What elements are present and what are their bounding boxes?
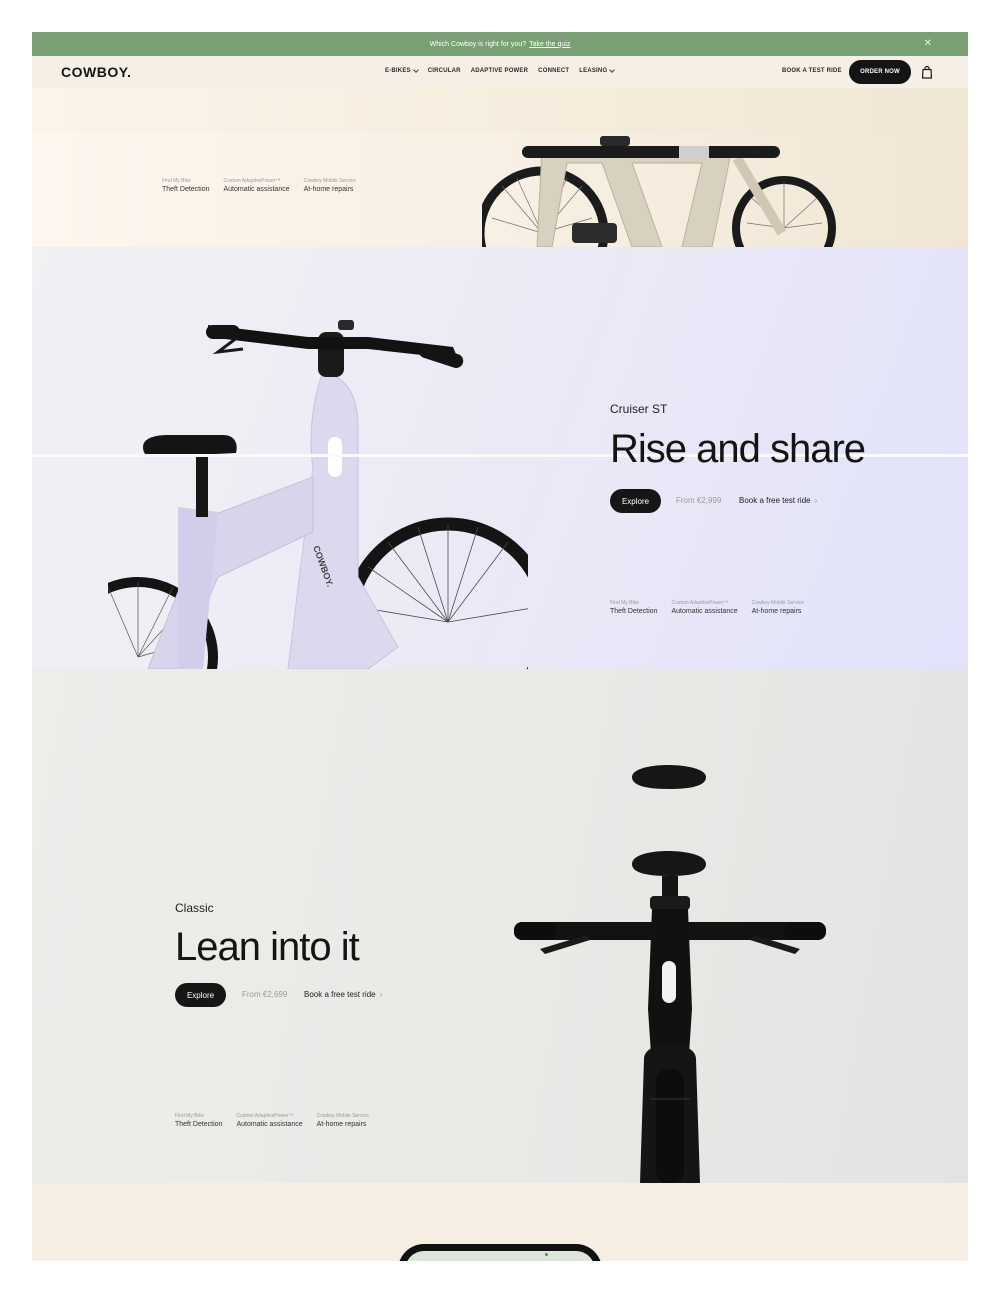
- feature-repairs: Cowboy Mobile Service At-home repairs: [317, 1113, 369, 1128]
- classic-section: Classic Lean into it Explore From €2,699…: [32, 669, 968, 1183]
- announcement-bar: Which Cowboy is right for you? Take the …: [32, 32, 968, 56]
- chevron-down-icon: [412, 67, 419, 73]
- feature-small: Custom AdaptivePower™: [236, 1113, 294, 1119]
- feature-big: Theft Detection: [610, 608, 658, 615]
- announcement-text: Which Cowboy is right for you?: [429, 40, 527, 48]
- book-ride-label: Book a free test ride: [739, 496, 811, 505]
- bike-image-top: [482, 136, 836, 247]
- quiz-link[interactable]: Take the quiz: [529, 41, 570, 48]
- cruiser-section: COWBOY. Cruiser ST Rise and share Explor…: [32, 247, 968, 669]
- feature-big: Theft Detection: [175, 1121, 223, 1128]
- feature-small: Cowboy Mobile Service: [316, 1113, 369, 1119]
- classic-bike-image: [514, 765, 826, 1183]
- cruiser-bike-image: COWBOY.: [108, 320, 528, 669]
- feature-big: Automatic assistance: [223, 186, 290, 193]
- logo[interactable]: COWBOY.: [61, 64, 131, 80]
- connect-section: [32, 1183, 968, 1261]
- nav-item-adaptive-power[interactable]: ADAPTIVE POWER: [471, 68, 528, 74]
- nav-label: LEASING: [579, 68, 608, 74]
- classic-price: From €2,699: [242, 990, 288, 999]
- classic-book-test-ride[interactable]: Book a free test ride ›: [304, 990, 382, 999]
- feature-assistance: Custom AdaptivePower™ Automatic assistan…: [671, 600, 737, 615]
- nav-item-e-bikes[interactable]: E-BIKES: [385, 67, 419, 74]
- shopping-bag-icon[interactable]: [921, 65, 933, 79]
- nav-label: ADAPTIVE POWER: [470, 68, 529, 74]
- classic-headline: Lean into it: [175, 925, 360, 969]
- hero-top-features: Find My Bike Theft Detection Custom Adap…: [162, 178, 356, 193]
- close-icon[interactable]: ✕: [924, 38, 932, 50]
- feature-repairs: Cowboy Mobile Service At-home repairs: [752, 600, 804, 615]
- book-test-ride-link[interactable]: BOOK A TEST RIDE: [782, 68, 842, 74]
- status-dot: [545, 1253, 548, 1256]
- classic-features: Find My Bike Theft Detection Custom Adap…: [175, 1113, 369, 1128]
- page: Which Cowboy is right for you? Take the …: [32, 32, 968, 1261]
- cruiser-explore-button[interactable]: Explore: [610, 489, 661, 513]
- feature-assistance: Custom AdaptivePower™ Automatic assistan…: [236, 1113, 302, 1128]
- nav-item-leasing[interactable]: LEASING: [579, 67, 616, 74]
- cruiser-features: Find My Bike Theft Detection Custom Adap…: [610, 600, 804, 615]
- feature-theft: Find My Bike Theft Detection: [610, 600, 657, 615]
- feature-big: Theft Detection: [162, 186, 210, 193]
- phone-image: [398, 1244, 602, 1261]
- feature-theft: Find My Bike Theft Detection: [175, 1113, 222, 1128]
- chevron-right-icon: ›: [814, 496, 818, 505]
- feature-small: Find My Bike: [175, 1113, 204, 1119]
- site-header: COWBOY. E-BIKES CIRCULAR ADAPTIVE POWER …: [32, 56, 968, 88]
- classic-explore-button[interactable]: Explore: [175, 983, 226, 1007]
- feature-small: Custom AdaptivePower™: [223, 178, 281, 184]
- feature-repairs: Cowboy Mobile Service At-home repairs: [304, 178, 356, 193]
- feature-assistance: Custom AdaptivePower™ Automatic assistan…: [223, 178, 289, 193]
- main-nav: E-BIKES CIRCULAR ADAPTIVE POWER CONNECT …: [385, 67, 616, 74]
- feature-big: At-home repairs: [751, 608, 802, 615]
- order-now-button[interactable]: ORDER NOW: [849, 60, 911, 84]
- nav-label: CONNECT: [538, 68, 570, 74]
- cruiser-category: Cruiser ST: [610, 402, 668, 416]
- classic-category: Classic: [175, 901, 214, 915]
- cruiser-price: From €2,999: [676, 496, 722, 505]
- nav-label: CIRCULAR: [427, 68, 461, 74]
- nav-label: E-BIKES: [385, 68, 411, 74]
- feature-small: Custom AdaptivePower™: [671, 600, 729, 606]
- feature-big: At-home repairs: [303, 186, 354, 193]
- feature-theft: Find My Bike Theft Detection: [162, 178, 209, 193]
- chevron-down-icon: [609, 67, 616, 73]
- cruiser-headline: Rise and share: [610, 427, 866, 471]
- feature-small: Cowboy Mobile Service: [751, 600, 804, 606]
- cruiser-book-test-ride[interactable]: Book a free test ride ›: [739, 496, 817, 505]
- feature-small: Find My Bike: [610, 600, 639, 606]
- chevron-right-icon: ›: [379, 990, 383, 999]
- feature-big: At-home repairs: [316, 1121, 367, 1128]
- feature-big: Automatic assistance: [236, 1121, 303, 1128]
- hero-top-section: Find My Bike Theft Detection Custom Adap…: [32, 88, 968, 247]
- book-ride-label: Book a free test ride: [304, 990, 376, 999]
- nav-item-circular[interactable]: CIRCULAR: [428, 68, 461, 74]
- feature-small: Cowboy Mobile Service: [303, 178, 356, 184]
- feature-big: Automatic assistance: [671, 608, 738, 615]
- feature-small: Find My Bike: [162, 178, 191, 184]
- nav-item-connect[interactable]: CONNECT: [538, 68, 569, 74]
